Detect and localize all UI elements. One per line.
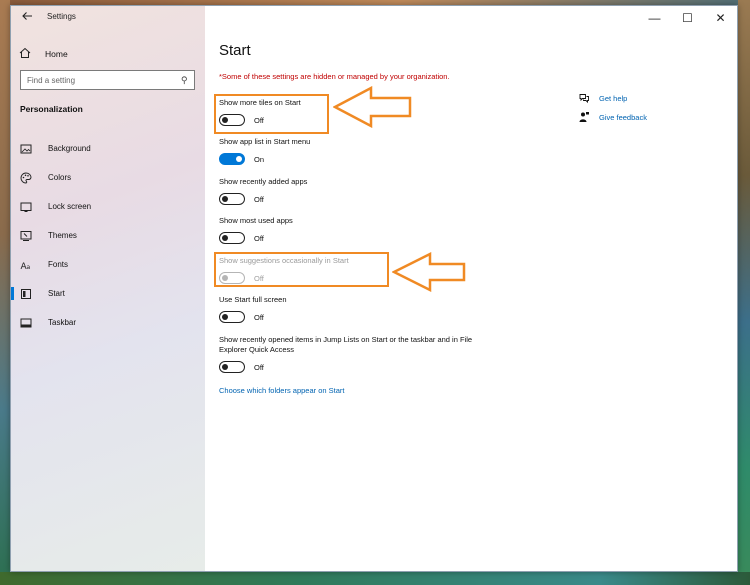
- sidebar: Home ⚲ Personalization Background Colors: [11, 6, 205, 571]
- sidebar-item-lock-screen[interactable]: Lock screen: [11, 192, 205, 221]
- sidebar-item-label: Background: [48, 144, 91, 153]
- taskbar-icon: [20, 317, 32, 329]
- toggle-state: Off: [254, 312, 264, 322]
- sidebar-item-label: Lock screen: [48, 202, 92, 211]
- desktop-background-right: [738, 0, 750, 585]
- get-help-link[interactable]: Get help: [578, 92, 627, 104]
- section-heading: Personalization: [20, 104, 83, 114]
- palette-icon: [20, 172, 32, 184]
- page-title: Start: [219, 42, 251, 59]
- setting-label: Use Start full screen: [219, 295, 287, 304]
- annotation-box-more-tiles: [214, 94, 329, 134]
- search-icon[interactable]: ⚲: [181, 75, 188, 86]
- setting-jump-lists: Show recently opened items in Jump Lists…: [219, 335, 499, 373]
- back-arrow-icon[interactable]: [19, 10, 35, 26]
- home-label: Home: [45, 49, 68, 59]
- toggle-switch[interactable]: [219, 153, 245, 165]
- desktop-background-bottom: [0, 572, 750, 585]
- toggle-state: Off: [254, 362, 264, 372]
- help-icon: [578, 92, 590, 104]
- sidebar-item-label: Start: [48, 289, 65, 298]
- setting-recently-added: Show recently added apps Off: [219, 177, 509, 205]
- give-feedback-label: Give feedback: [599, 112, 647, 122]
- sidebar-item-label: Taskbar: [48, 318, 77, 327]
- setting-show-app-list: Show app list in Start menu On: [219, 137, 509, 165]
- toggle-state: Off: [254, 233, 264, 243]
- setting-label: Show most used apps: [219, 216, 293, 225]
- start-icon: [20, 288, 32, 300]
- toggle-switch[interactable]: [219, 232, 245, 244]
- sidebar-item-label: Colors: [48, 173, 72, 182]
- home-icon: [19, 47, 33, 61]
- sidebar-item-taskbar[interactable]: Taskbar: [11, 308, 205, 337]
- content-pane: Start *Some of these settings are hidden…: [205, 6, 737, 571]
- toggle-switch[interactable]: [219, 311, 245, 323]
- toggle-switch[interactable]: [219, 361, 245, 373]
- organization-warning: *Some of these settings are hidden or ma…: [219, 72, 450, 81]
- get-help-label: Get help: [599, 93, 628, 103]
- home-nav-item[interactable]: Home: [19, 46, 68, 62]
- feedback-icon: [578, 111, 590, 123]
- setting-label: Show app list in Start menu: [219, 137, 311, 146]
- toggle-switch[interactable]: [219, 193, 245, 205]
- settings-window: Home ⚲ Personalization Background Colors: [10, 5, 738, 572]
- setting-label: Show recently opened items in Jump Lists…: [219, 335, 473, 354]
- setting-label: Show recently added apps: [219, 177, 308, 186]
- desktop-background-left: [0, 0, 10, 585]
- annotation-arrow-icon: [333, 86, 412, 128]
- svg-text:a: a: [27, 264, 31, 271]
- sidebar-item-label: Themes: [48, 231, 77, 240]
- font-icon: Aa: [20, 259, 32, 271]
- themes-icon: [20, 230, 32, 242]
- search-box[interactable]: ⚲: [20, 70, 195, 90]
- sidebar-item-start[interactable]: Start: [11, 279, 205, 308]
- nav-list: Background Colors Lock screen Themes A a…: [11, 134, 205, 337]
- sidebar-item-label: Fonts: [48, 260, 69, 269]
- toggle-state: Off: [254, 194, 264, 204]
- search-input[interactable]: [27, 75, 167, 85]
- setting-most-used: Show most used apps Off: [219, 216, 509, 244]
- lock-screen-icon: [20, 201, 32, 213]
- annotation-arrow-icon: [392, 252, 466, 292]
- annotation-box-suggestions: [214, 252, 389, 287]
- choose-folders-link[interactable]: Choose which folders appear on Start: [219, 386, 345, 395]
- sidebar-item-colors[interactable]: Colors: [11, 163, 205, 192]
- sidebar-item-background[interactable]: Background: [11, 134, 205, 163]
- sidebar-item-themes[interactable]: Themes: [11, 221, 205, 250]
- picture-icon: [20, 143, 32, 155]
- toggle-state: On: [254, 154, 265, 164]
- sidebar-item-fonts[interactable]: Aa Fonts: [11, 250, 205, 279]
- window-title: Settings: [47, 12, 76, 21]
- give-feedback-link[interactable]: Give feedback: [578, 111, 647, 123]
- setting-full-screen: Use Start full screen Off: [219, 295, 509, 323]
